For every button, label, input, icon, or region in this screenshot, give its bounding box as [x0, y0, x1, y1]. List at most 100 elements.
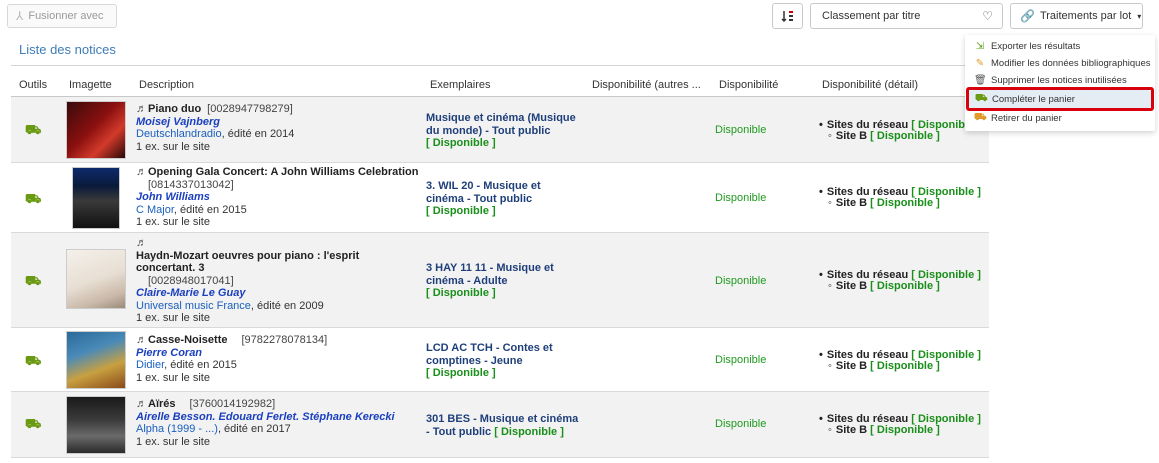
pencil-icon: ✎: [975, 57, 985, 69]
record-exemplaires[interactable]: LCD AC TCH - Contes et comptines - Jeune…: [426, 342, 576, 380]
column-header-copies: Exemplaires: [430, 79, 491, 91]
record-ean: [3760014192982]: [189, 398, 276, 410]
record-description: ♬Aïrés [3760014192982] Airelle Besson. Ed…: [136, 398, 426, 448]
availability-status: Disponible: [715, 418, 767, 430]
cover-thumbnail[interactable]: [66, 101, 126, 159]
table-row: ⛟ ♬Piano duo [0028947798279] Moisej Vajnb…: [11, 97, 989, 163]
music-note-icon: ♬: [136, 166, 147, 178]
cover-thumbnail[interactable]: [66, 396, 126, 454]
record-publisher[interactable]: C Major: [136, 204, 174, 216]
record-publication: , édité en 2017: [217, 423, 291, 435]
record-title[interactable]: Piano duo: [148, 103, 201, 115]
record-copies: 1 ex. sur le site: [136, 435, 210, 448]
record-copies: 1 ex. sur le site: [136, 140, 210, 153]
sort-select-value: Classement par titre: [822, 10, 921, 22]
menu-item-complete-cart[interactable]: ⛟ Compléter le panier: [966, 87, 1154, 111]
list-title: Liste des notices: [19, 42, 116, 57]
site-status: [ Disponible ]: [870, 359, 940, 372]
menu-item-remove-from-cart[interactable]: ⛟ Retirer du panier: [965, 109, 1155, 127]
merge-button[interactable]: ⅄ Fusionner avec: [7, 4, 117, 28]
exemplaire-label: 3. WIL 20 - Musique et cinéma - Tout pub…: [426, 180, 541, 205]
record-publisher[interactable]: Universal music France: [136, 300, 251, 312]
record-authors[interactable]: Airelle Besson. Edouard Ferlet. Stéphane…: [136, 411, 395, 423]
record-authors[interactable]: John Williams: [136, 191, 210, 203]
record-title[interactable]: Aïrés: [148, 398, 176, 410]
site-status: [ Disponible ]: [870, 423, 940, 436]
cover-thumbnail[interactable]: [66, 331, 126, 389]
exemplaire-status: [ Disponible ]: [426, 367, 496, 379]
menu-item-label: Modifier les données bibliographiques: [991, 57, 1151, 69]
table-header: Outils Imagette Description Exemplaires …: [11, 74, 989, 97]
record-title[interactable]: Casse-Noisette: [148, 334, 227, 346]
record-publication: , édité en 2015: [164, 359, 237, 371]
column-header-tools: Outils: [19, 79, 48, 91]
add-to-cart-icon[interactable]: ⛟: [25, 122, 41, 137]
site-label: Site B: [835, 423, 868, 436]
record-description: ♬Piano duo [0028947798279] Moisej Vajnber…: [136, 103, 426, 153]
exemplaire-label: 3 HAY 11 11 - Musique et cinéma - Adulte: [426, 262, 554, 287]
cover-thumbnail[interactable]: [66, 249, 126, 309]
site-status: [ Disponible ]: [870, 196, 940, 209]
chevron-down-icon: ♡: [982, 9, 993, 23]
music-note-icon: ♬: [136, 237, 147, 249]
exemplaire-status: [ Disponible ]: [426, 137, 496, 149]
add-to-cart-icon[interactable]: ⛟: [25, 191, 41, 206]
divider: [11, 65, 989, 66]
record-publisher[interactable]: Deutschlandradio: [136, 128, 222, 140]
menu-item-label: Supprimer les notices inutilisées: [991, 74, 1127, 86]
music-note-icon: ♬: [136, 334, 147, 346]
record-description: ♬ Haydn-Mozart oeuvres pour piano : l'es…: [136, 237, 406, 325]
record-copies: 1 ex. sur le site: [136, 216, 210, 228]
cover-thumbnail[interactable]: [72, 167, 120, 229]
link-icon: 🔗: [1020, 9, 1035, 23]
record-authors[interactable]: Pierre Coran: [136, 347, 202, 359]
menu-item-label: Retirer du panier: [991, 112, 1062, 124]
record-exemplaires[interactable]: 3 HAY 11 11 - Musique et cinéma - Adulte…: [426, 262, 576, 300]
availability-detail: • Sites du réseau [ Disponible ] ◦ Site B …: [819, 119, 981, 142]
add-to-cart-icon[interactable]: ⛟: [25, 273, 41, 288]
record-exemplaires[interactable]: 301 BES - Musique et cinéma - Tout publi…: [426, 413, 582, 438]
add-to-cart-icon[interactable]: ⛟: [25, 416, 41, 431]
record-publication: , édité en 2014: [221, 128, 295, 140]
availability-status: Disponible: [715, 192, 767, 204]
availability-status: Disponible: [715, 124, 767, 136]
record-authors[interactable]: Moisej Vajnberg: [136, 116, 220, 128]
column-header-description: Description: [139, 79, 195, 91]
record-copies: 1 ex. sur le site: [136, 312, 210, 324]
add-to-cart-icon[interactable]: ⛟: [25, 353, 41, 368]
cart-add-icon: ⛟: [975, 92, 988, 104]
sort-order-icon: [780, 11, 793, 23]
menu-item-edit-bibliographic[interactable]: ✎ Modifier les données bibliographiques: [965, 54, 1155, 72]
menu-item-export[interactable]: ⇲ Exporter les résultats: [965, 37, 1155, 55]
batch-treatments-button[interactable]: 🔗 Traitements par lot ▾: [1010, 3, 1143, 29]
record-exemplaires[interactable]: Musique et cinéma (Musique du monde) - T…: [426, 112, 586, 150]
table-row: ⛟ ♬ Haydn-Mozart oeuvres pour piano : l'…: [11, 233, 989, 328]
exemplaire-status: [ Disponible ]: [494, 425, 564, 438]
site-label: Site B: [835, 279, 868, 292]
availability-detail: • Sites du réseau [ Disponible ] ◦ Site B …: [819, 269, 981, 292]
table-row: ⛟ ♬Opening Gala Concert: A John Williams…: [11, 163, 989, 233]
sort-order-button[interactable]: [772, 3, 803, 29]
music-note-icon: ♬: [136, 398, 147, 410]
record-description: ♬Opening Gala Concert: A John Williams C…: [136, 166, 428, 229]
site-status: [ Disponible ]: [870, 129, 940, 142]
export-icon: ⇲: [975, 40, 985, 52]
batch-treatments-menu: ⇲ Exporter les résultats ✎ Modifier les …: [965, 35, 1155, 131]
record-ean: [9782278078134]: [241, 334, 328, 346]
record-publisher[interactable]: Didier: [136, 359, 164, 371]
record-description: ♬Casse-Noisette [9782278078134] Pierre Co…: [136, 334, 426, 384]
record-ean: [0028948017041]: [148, 274, 234, 287]
record-title[interactable]: Haydn-Mozart oeuvres pour piano : l'espr…: [136, 250, 359, 275]
cart-remove-icon: ⛟: [974, 111, 987, 123]
record-title[interactable]: Opening Gala Concert: A John Williams Ce…: [148, 166, 418, 178]
column-header-availability: Disponibilité: [719, 79, 779, 91]
site-label: Site B: [835, 359, 868, 372]
record-ean: [0814337013042]: [148, 178, 234, 191]
record-publication: , édité en 2015: [173, 203, 247, 216]
trash-icon: 🗑: [974, 74, 987, 86]
exemplaire-label: LCD AC TCH - Contes et comptines - Jeune: [426, 342, 553, 367]
sort-select[interactable]: Classement par titre ♡: [810, 3, 1003, 29]
record-authors[interactable]: Claire-Marie Le Guay: [136, 287, 245, 299]
record-publisher[interactable]: Alpha (1999 - ...): [136, 423, 218, 435]
record-exemplaires[interactable]: 3. WIL 20 - Musique et cinéma - Tout pub…: [426, 180, 576, 218]
